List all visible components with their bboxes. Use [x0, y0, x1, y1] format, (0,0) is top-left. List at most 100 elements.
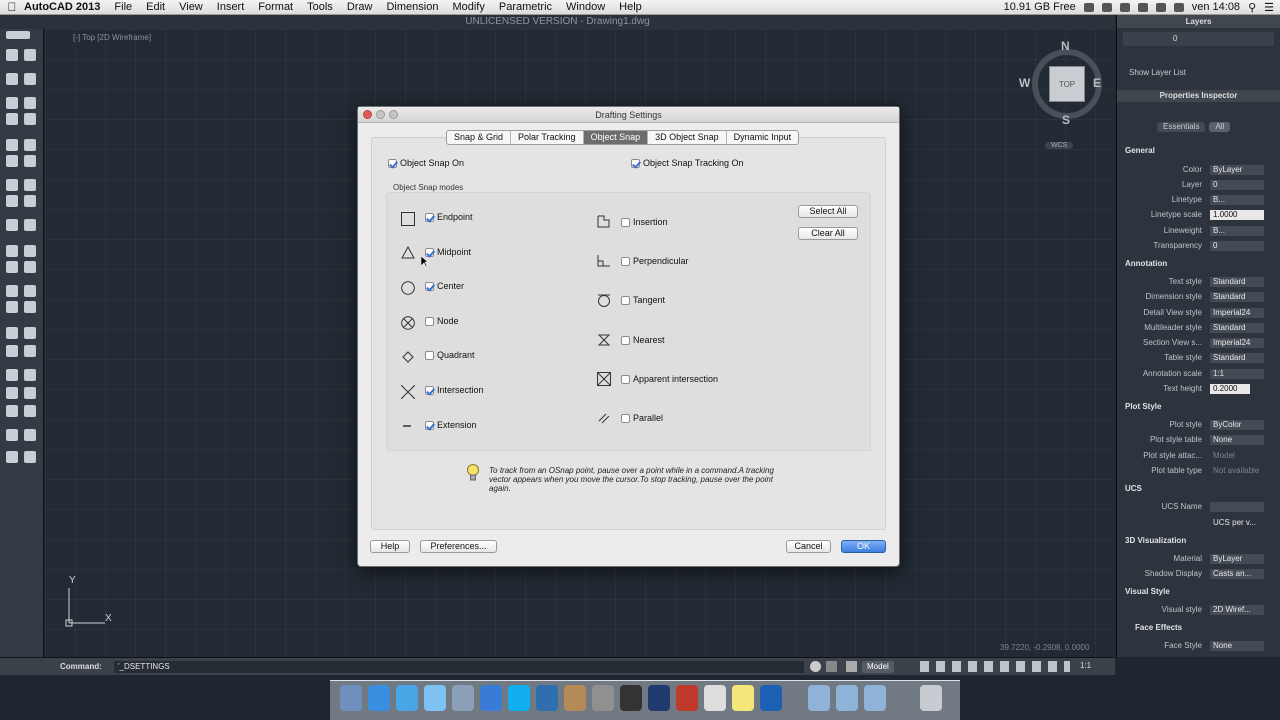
line-tool-icon[interactable] [6, 97, 18, 109]
prop-value[interactable]: Standard [1210, 353, 1264, 363]
prop-value[interactable]: 2D Wiref... [1210, 605, 1264, 615]
tab-snap-grid[interactable]: Snap & Grid [447, 131, 512, 144]
compass-east[interactable]: E [1093, 76, 1101, 90]
help-icon[interactable] [810, 661, 821, 672]
menu-help[interactable]: Help [619, 1, 642, 13]
wcs-menu[interactable]: WCS [1045, 142, 1074, 149]
prop-value[interactable]: 1.0000 [1210, 210, 1264, 220]
prop-value[interactable]: B... [1210, 195, 1264, 205]
tray-icon[interactable] [1083, 2, 1094, 12]
midpoint-checkbox[interactable]: Midpoint [425, 247, 471, 257]
insertion-checkbox[interactable]: Insertion [621, 217, 668, 227]
polyline-tool-icon[interactable] [24, 97, 36, 109]
compass-south[interactable]: S [1062, 113, 1070, 127]
circle-tool-icon[interactable] [6, 139, 18, 151]
trim-tool-icon[interactable] [6, 327, 18, 339]
prop-value[interactable]: B... [1210, 226, 1264, 236]
prop-value[interactable]: Imperial24 [1210, 338, 1264, 348]
prop-value[interactable]: Standard [1210, 277, 1264, 287]
view-tool-icon[interactable] [6, 451, 18, 463]
clear-all-button[interactable]: Clear All [798, 227, 858, 240]
search-icon[interactable]: ⚲ [1248, 1, 1256, 14]
checkbox-unchecked[interactable] [621, 256, 630, 266]
tray-icon[interactable] [1119, 2, 1130, 12]
checkbox-unchecked[interactable] [425, 350, 434, 360]
show-layer-list-toggle[interactable]: Show Layer List [1117, 68, 1280, 77]
tab-object-snap[interactable]: Object Snap [583, 131, 649, 144]
checkbox-unchecked[interactable] [425, 316, 434, 326]
checkbox-checked[interactable] [425, 420, 434, 430]
checkbox-checked[interactable] [631, 158, 640, 168]
object-snap-tracking-checkbox[interactable]: Object Snap Tracking On [631, 158, 744, 168]
array-tool-icon[interactable] [24, 285, 36, 297]
menu-insert[interactable]: Insert [217, 1, 245, 13]
preferences-button[interactable]: Preferences... [420, 540, 497, 553]
final-cut-icon[interactable] [620, 685, 642, 711]
section-3d-visualization[interactable]: 3D Visualization [1125, 536, 1186, 545]
checkbox-checked[interactable] [388, 158, 397, 168]
table-tool-icon[interactable] [24, 369, 36, 381]
wifi-icon[interactable] [1137, 2, 1148, 12]
prop-value[interactable]: ByLayer [1210, 554, 1264, 564]
prop-value[interactable] [1210, 502, 1264, 512]
boundary-tool-icon[interactable] [6, 195, 18, 207]
prop-value[interactable]: None [1210, 435, 1264, 445]
checkbox-unchecked[interactable] [621, 335, 630, 345]
dimension-tool-icon[interactable] [6, 387, 18, 399]
documents-folder-icon[interactable] [836, 685, 858, 711]
menu-modify[interactable]: Modify [452, 1, 484, 13]
downloads-folder-icon[interactable] [864, 685, 886, 711]
ellipse-tool-icon[interactable] [6, 155, 18, 167]
section-annotation[interactable]: Annotation [1125, 259, 1167, 268]
tab-3d-object-snap[interactable]: 3D Object Snap [648, 131, 727, 144]
menu-parametric[interactable]: Parametric [499, 1, 552, 13]
battery-icon[interactable] [1173, 2, 1184, 12]
block-tool-icon[interactable] [6, 429, 18, 441]
twitter-icon[interactable] [396, 685, 418, 711]
erase-tool-icon[interactable] [24, 195, 36, 207]
offset-tool-icon[interactable] [24, 301, 36, 313]
apparent-intersection-checkbox[interactable]: Apparent intersection [621, 374, 718, 384]
zoom-icon[interactable] [389, 110, 398, 119]
viewcube-top-face[interactable]: TOP [1049, 66, 1085, 102]
palette-menu-button[interactable] [6, 31, 30, 39]
app-menu[interactable]: AutoCAD 2013 [24, 1, 100, 13]
menu-file[interactable]: File [114, 1, 132, 13]
menu-window[interactable]: Window [566, 1, 605, 13]
clock[interactable]: ven 14:08 [1192, 1, 1240, 13]
menu-edit[interactable]: Edit [146, 1, 165, 13]
checkbox-checked[interactable] [425, 281, 434, 291]
finder-icon[interactable] [340, 685, 362, 711]
preview-icon[interactable] [452, 685, 474, 711]
perpendicular-checkbox[interactable]: Perpendicular [621, 256, 689, 266]
model-space-button[interactable]: Model [862, 661, 894, 673]
cancel-button[interactable]: Cancel [786, 540, 831, 553]
undo-icon[interactable] [6, 73, 18, 85]
fillet-tool-icon[interactable] [6, 345, 18, 357]
quadrant-checkbox[interactable]: Quadrant [425, 350, 475, 360]
skype-icon[interactable] [508, 685, 530, 711]
node-checkbox[interactable]: Node [425, 316, 459, 326]
prop-value[interactable]: None [1210, 641, 1264, 651]
menu-format[interactable]: Format [258, 1, 293, 13]
checkbox-unchecked[interactable] [621, 295, 630, 305]
help-button[interactable]: Help [370, 540, 410, 553]
close-icon[interactable] [363, 110, 372, 119]
rotate-tool-icon[interactable] [24, 245, 36, 257]
command-line-input[interactable]: '_DSETTINGS [114, 661, 804, 673]
parallel-checkbox[interactable]: Parallel [621, 413, 663, 423]
prop-value[interactable]: Standard [1210, 292, 1264, 302]
section-general[interactable]: General [1125, 146, 1155, 155]
tangent-checkbox[interactable]: Tangent [621, 295, 665, 305]
chamfer-tool-icon[interactable] [24, 345, 36, 357]
insert-block-icon[interactable] [24, 429, 36, 441]
leader-tool-icon[interactable] [24, 387, 36, 399]
iphoto-icon[interactable] [564, 685, 586, 711]
edit-tool-icon[interactable] [6, 219, 18, 231]
tray-icon[interactable] [1101, 2, 1112, 12]
tab-essentials[interactable]: Essentials [1157, 122, 1206, 132]
tab-all[interactable]: All [1209, 122, 1231, 132]
section-ucs[interactable]: UCS [1125, 484, 1142, 493]
app-store-icon[interactable] [368, 685, 390, 711]
textedit-icon[interactable] [704, 685, 726, 711]
